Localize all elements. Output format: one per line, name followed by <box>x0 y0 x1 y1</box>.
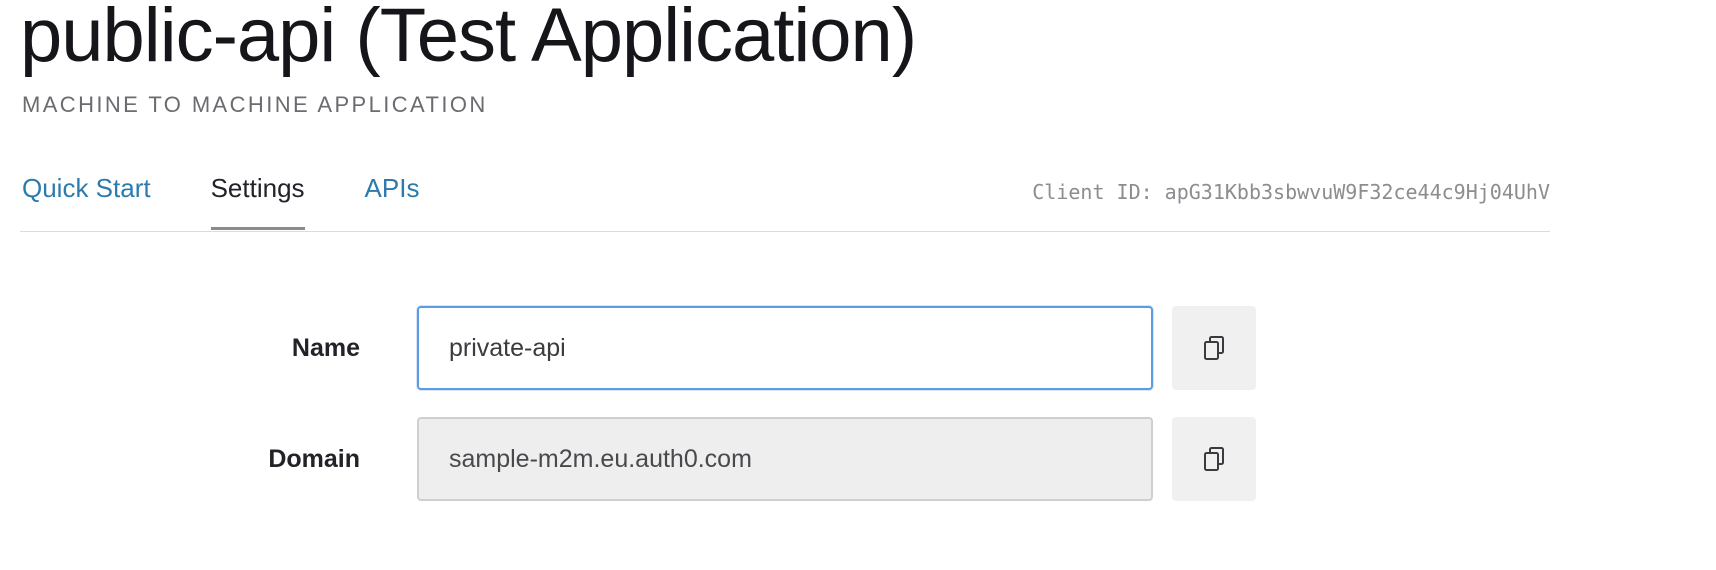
client-id-display: Client ID: apG31Kbb3sbwvuW9F32ce44c9Hj04… <box>1032 180 1550 204</box>
application-settings-page: public-api (Test Application) MACHINE TO… <box>0 0 1716 570</box>
tab-quick-start[interactable]: Quick Start <box>22 170 151 230</box>
domain-label: Domain <box>268 445 360 473</box>
domain-field-row: Domain <box>0 417 1716 501</box>
domain-input[interactable] <box>417 417 1153 501</box>
page-title: public-api (Test Application) <box>20 0 917 78</box>
copy-icon <box>1202 446 1226 472</box>
tab-bar: Quick Start Settings APIs <box>22 170 479 232</box>
copy-name-button[interactable] <box>1172 306 1256 390</box>
tab-settings[interactable]: Settings <box>210 170 305 230</box>
name-label: Name <box>291 334 360 362</box>
tab-apis[interactable]: APIs <box>365 170 420 230</box>
name-input[interactable] <box>417 306 1153 390</box>
application-type-label: MACHINE TO MACHINE APPLICATION <box>22 92 488 117</box>
copy-domain-button[interactable] <box>1172 417 1256 501</box>
tabs-divider <box>20 231 1550 232</box>
name-field-row: Name <box>0 306 1716 390</box>
copy-icon <box>1202 335 1226 361</box>
